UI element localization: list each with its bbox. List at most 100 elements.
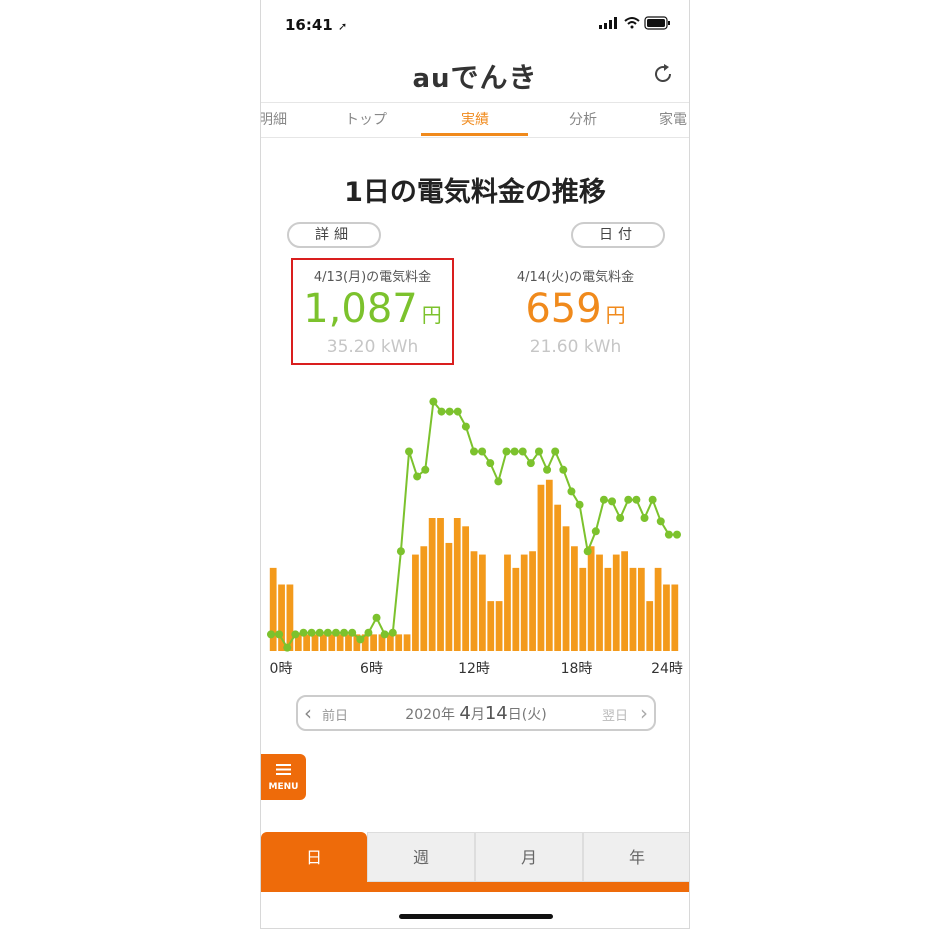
tab-week[interactable]: 週 <box>367 832 475 882</box>
comparison-point <box>494 477 503 486</box>
top-tab-bar: 明細 トップ 実績 分析 家電 <box>261 102 689 138</box>
menu-label: MENU <box>268 782 299 792</box>
usage-bar <box>554 504 562 651</box>
comparison-point <box>543 465 552 474</box>
usage-bar <box>320 634 327 651</box>
comparison-point <box>640 514 649 522</box>
usage-bar <box>637 567 645 651</box>
comparison-point <box>364 628 373 637</box>
comparison-point <box>291 630 300 639</box>
comparison-point <box>421 465 430 474</box>
comparison-point <box>405 447 414 456</box>
current-day-kwh: 21.60 kWh <box>529 337 622 357</box>
comparison-point <box>356 635 365 644</box>
bottom-accent-bar <box>261 882 689 892</box>
battery-icon <box>644 16 670 30</box>
usage-bar <box>470 551 478 651</box>
usage-bar <box>462 526 470 651</box>
usage-bar <box>386 634 394 651</box>
comparison-point <box>331 628 340 637</box>
wifi-icon <box>624 17 640 29</box>
usage-bar <box>495 601 503 651</box>
tab-top[interactable]: トップ <box>345 109 387 129</box>
chevron-right-icon[interactable]: › <box>640 701 648 725</box>
usage-bar <box>654 567 662 651</box>
usage-bar <box>420 546 428 651</box>
menu-button[interactable]: MENU <box>261 754 306 800</box>
comparison-point <box>299 628 308 637</box>
comparison-point <box>575 500 584 509</box>
usage-bar <box>269 567 277 651</box>
usage-bar <box>545 479 553 651</box>
usage-bar <box>579 567 587 651</box>
comparison-point <box>315 628 324 637</box>
usage-bar <box>504 554 511 651</box>
comparison-point <box>591 527 600 536</box>
comparison-point <box>429 397 438 406</box>
tab-year[interactable]: 年 <box>583 832 689 882</box>
app-header: auでんき <box>261 48 689 102</box>
comparison-point <box>632 495 641 504</box>
detail-button[interactable]: 詳細 <box>287 222 381 248</box>
usage-bar <box>612 554 620 651</box>
comparison-point <box>664 530 673 539</box>
comparison-point <box>283 643 292 652</box>
comparison-point <box>372 613 381 622</box>
comparison-point <box>437 407 446 416</box>
comparison-point <box>486 459 495 468</box>
usage-bar <box>328 634 336 651</box>
comparison-point <box>559 465 568 474</box>
usage-bar <box>646 601 654 651</box>
next-day-button[interactable]: 翌日 <box>602 705 628 724</box>
usage-bar <box>663 584 670 651</box>
usage-bar <box>370 634 377 651</box>
usage-bar <box>571 546 578 651</box>
tab-month[interactable]: 月 <box>475 832 583 882</box>
comparison-point <box>608 497 617 506</box>
tab-jisseki[interactable]: 実績 <box>461 109 489 129</box>
usage-bar <box>529 551 536 651</box>
comparison-point <box>534 447 543 456</box>
comparison-point <box>461 422 470 431</box>
current-date: 2020年 4月14日(火) <box>405 703 547 724</box>
comparison-point <box>396 547 405 556</box>
x-tick-label: 0時 <box>270 661 293 677</box>
comparison-point <box>599 495 608 504</box>
usage-bar <box>311 634 319 651</box>
daily-usage-chart[interactable]: 0時 6時 12時 18時 24時 <box>261 385 690 685</box>
comparison-point <box>275 630 284 639</box>
comparison-point <box>307 628 316 637</box>
comparison-point <box>470 447 478 456</box>
tab-kaden[interactable]: 家電 <box>659 109 687 129</box>
comparison-point <box>413 472 422 481</box>
comparison-point <box>624 495 633 504</box>
active-tab-indicator <box>421 133 528 136</box>
tab-day[interactable]: 日 <box>261 832 367 882</box>
current-day-summary: 4/14(火)の電気料金 659 円 21.60 kWh <box>493 258 658 357</box>
usage-bar <box>453 518 461 651</box>
comparison-point <box>445 407 454 416</box>
comparison-point <box>673 530 681 539</box>
tab-meisai[interactable]: 明細 <box>261 109 287 129</box>
home-indicator <box>399 914 553 919</box>
location-arrow-icon: ➚ <box>337 20 348 33</box>
tab-bunseki[interactable]: 分析 <box>569 109 597 129</box>
usage-bar <box>336 634 344 651</box>
comparison-point <box>453 407 462 416</box>
usage-bar <box>345 634 352 651</box>
comparison-point <box>518 447 527 456</box>
comparison-point <box>648 495 657 504</box>
comparison-point <box>348 628 357 637</box>
current-day-amount: 659 円 <box>525 286 626 332</box>
comparison-point <box>583 547 592 556</box>
status-time: 16:41 ➚ <box>285 16 348 34</box>
comparison-point <box>567 487 576 496</box>
usage-bar <box>487 601 495 651</box>
x-tick-label: 24時 <box>651 661 683 677</box>
cellular-signal-icon <box>599 17 617 29</box>
comparison-point <box>510 447 519 456</box>
status-bar: 16:41 ➚ <box>261 0 689 48</box>
refresh-icon[interactable] <box>651 62 675 86</box>
x-tick-label: 6時 <box>360 661 383 677</box>
date-button[interactable]: 日付 <box>571 222 665 248</box>
